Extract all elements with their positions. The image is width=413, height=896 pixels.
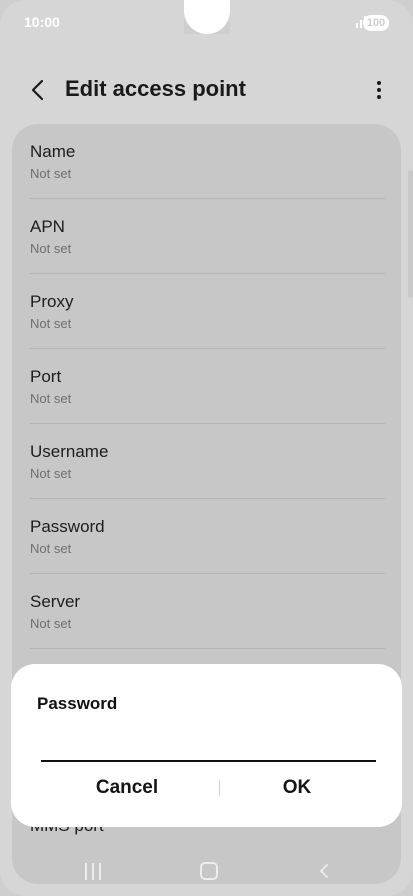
- more-options-button[interactable]: [369, 76, 389, 104]
- password-input[interactable]: [41, 734, 376, 762]
- ok-button[interactable]: OK: [209, 768, 385, 808]
- setting-label: Username: [30, 442, 109, 461]
- setting-row-server[interactable]: Server Not set: [30, 574, 385, 649]
- back-button[interactable]: [22, 75, 52, 105]
- setting-value: Not set: [30, 316, 72, 331]
- scrollbar[interactable]: [408, 170, 413, 298]
- app-bar: Edit access point: [0, 64, 413, 116]
- setting-label: Password: [30, 517, 105, 536]
- setting-row-password[interactable]: Password Not set: [30, 499, 385, 574]
- setting-label: Proxy: [30, 292, 74, 311]
- divider: [30, 648, 385, 649]
- setting-value: Not set: [30, 616, 72, 631]
- page-title: Edit access point: [65, 76, 246, 101]
- more-vertical-icon: [377, 81, 381, 99]
- battery-icon: 100: [363, 15, 389, 31]
- setting-row-username[interactable]: Username Not set: [30, 424, 385, 499]
- chevron-left-icon: [31, 79, 44, 101]
- setting-value: Not set: [30, 541, 72, 556]
- status-bar: 10:00 100: [0, 0, 413, 44]
- cancel-button[interactable]: Cancel: [39, 768, 215, 808]
- setting-row-apn[interactable]: APN Not set: [30, 199, 385, 274]
- setting-label: Port: [30, 367, 62, 386]
- setting-label: Name: [30, 142, 76, 161]
- setting-row-proxy[interactable]: Proxy Not set: [30, 274, 385, 349]
- battery-level: 100: [366, 17, 386, 29]
- password-dialog: Password Cancel OK: [11, 664, 402, 827]
- home-icon[interactable]: [200, 862, 218, 880]
- back-icon[interactable]: [315, 862, 333, 880]
- setting-value: Not set: [30, 391, 72, 406]
- setting-label: Server: [30, 592, 81, 611]
- setting-value: Not set: [30, 466, 72, 481]
- status-time: 10:00: [24, 14, 60, 30]
- setting-label: APN: [30, 217, 65, 236]
- setting-value: Not set: [30, 166, 72, 181]
- screen: 10:00 100 Edit access point Name Not set…: [0, 0, 413, 896]
- recents-icon[interactable]: [85, 863, 103, 880]
- setting-value: Not set: [30, 241, 72, 256]
- navigation-bar: [0, 848, 413, 896]
- setting-row-name[interactable]: Name Not set: [30, 124, 385, 199]
- setting-row-port[interactable]: Port Not set: [30, 349, 385, 424]
- dialog-title: Password: [37, 694, 118, 713]
